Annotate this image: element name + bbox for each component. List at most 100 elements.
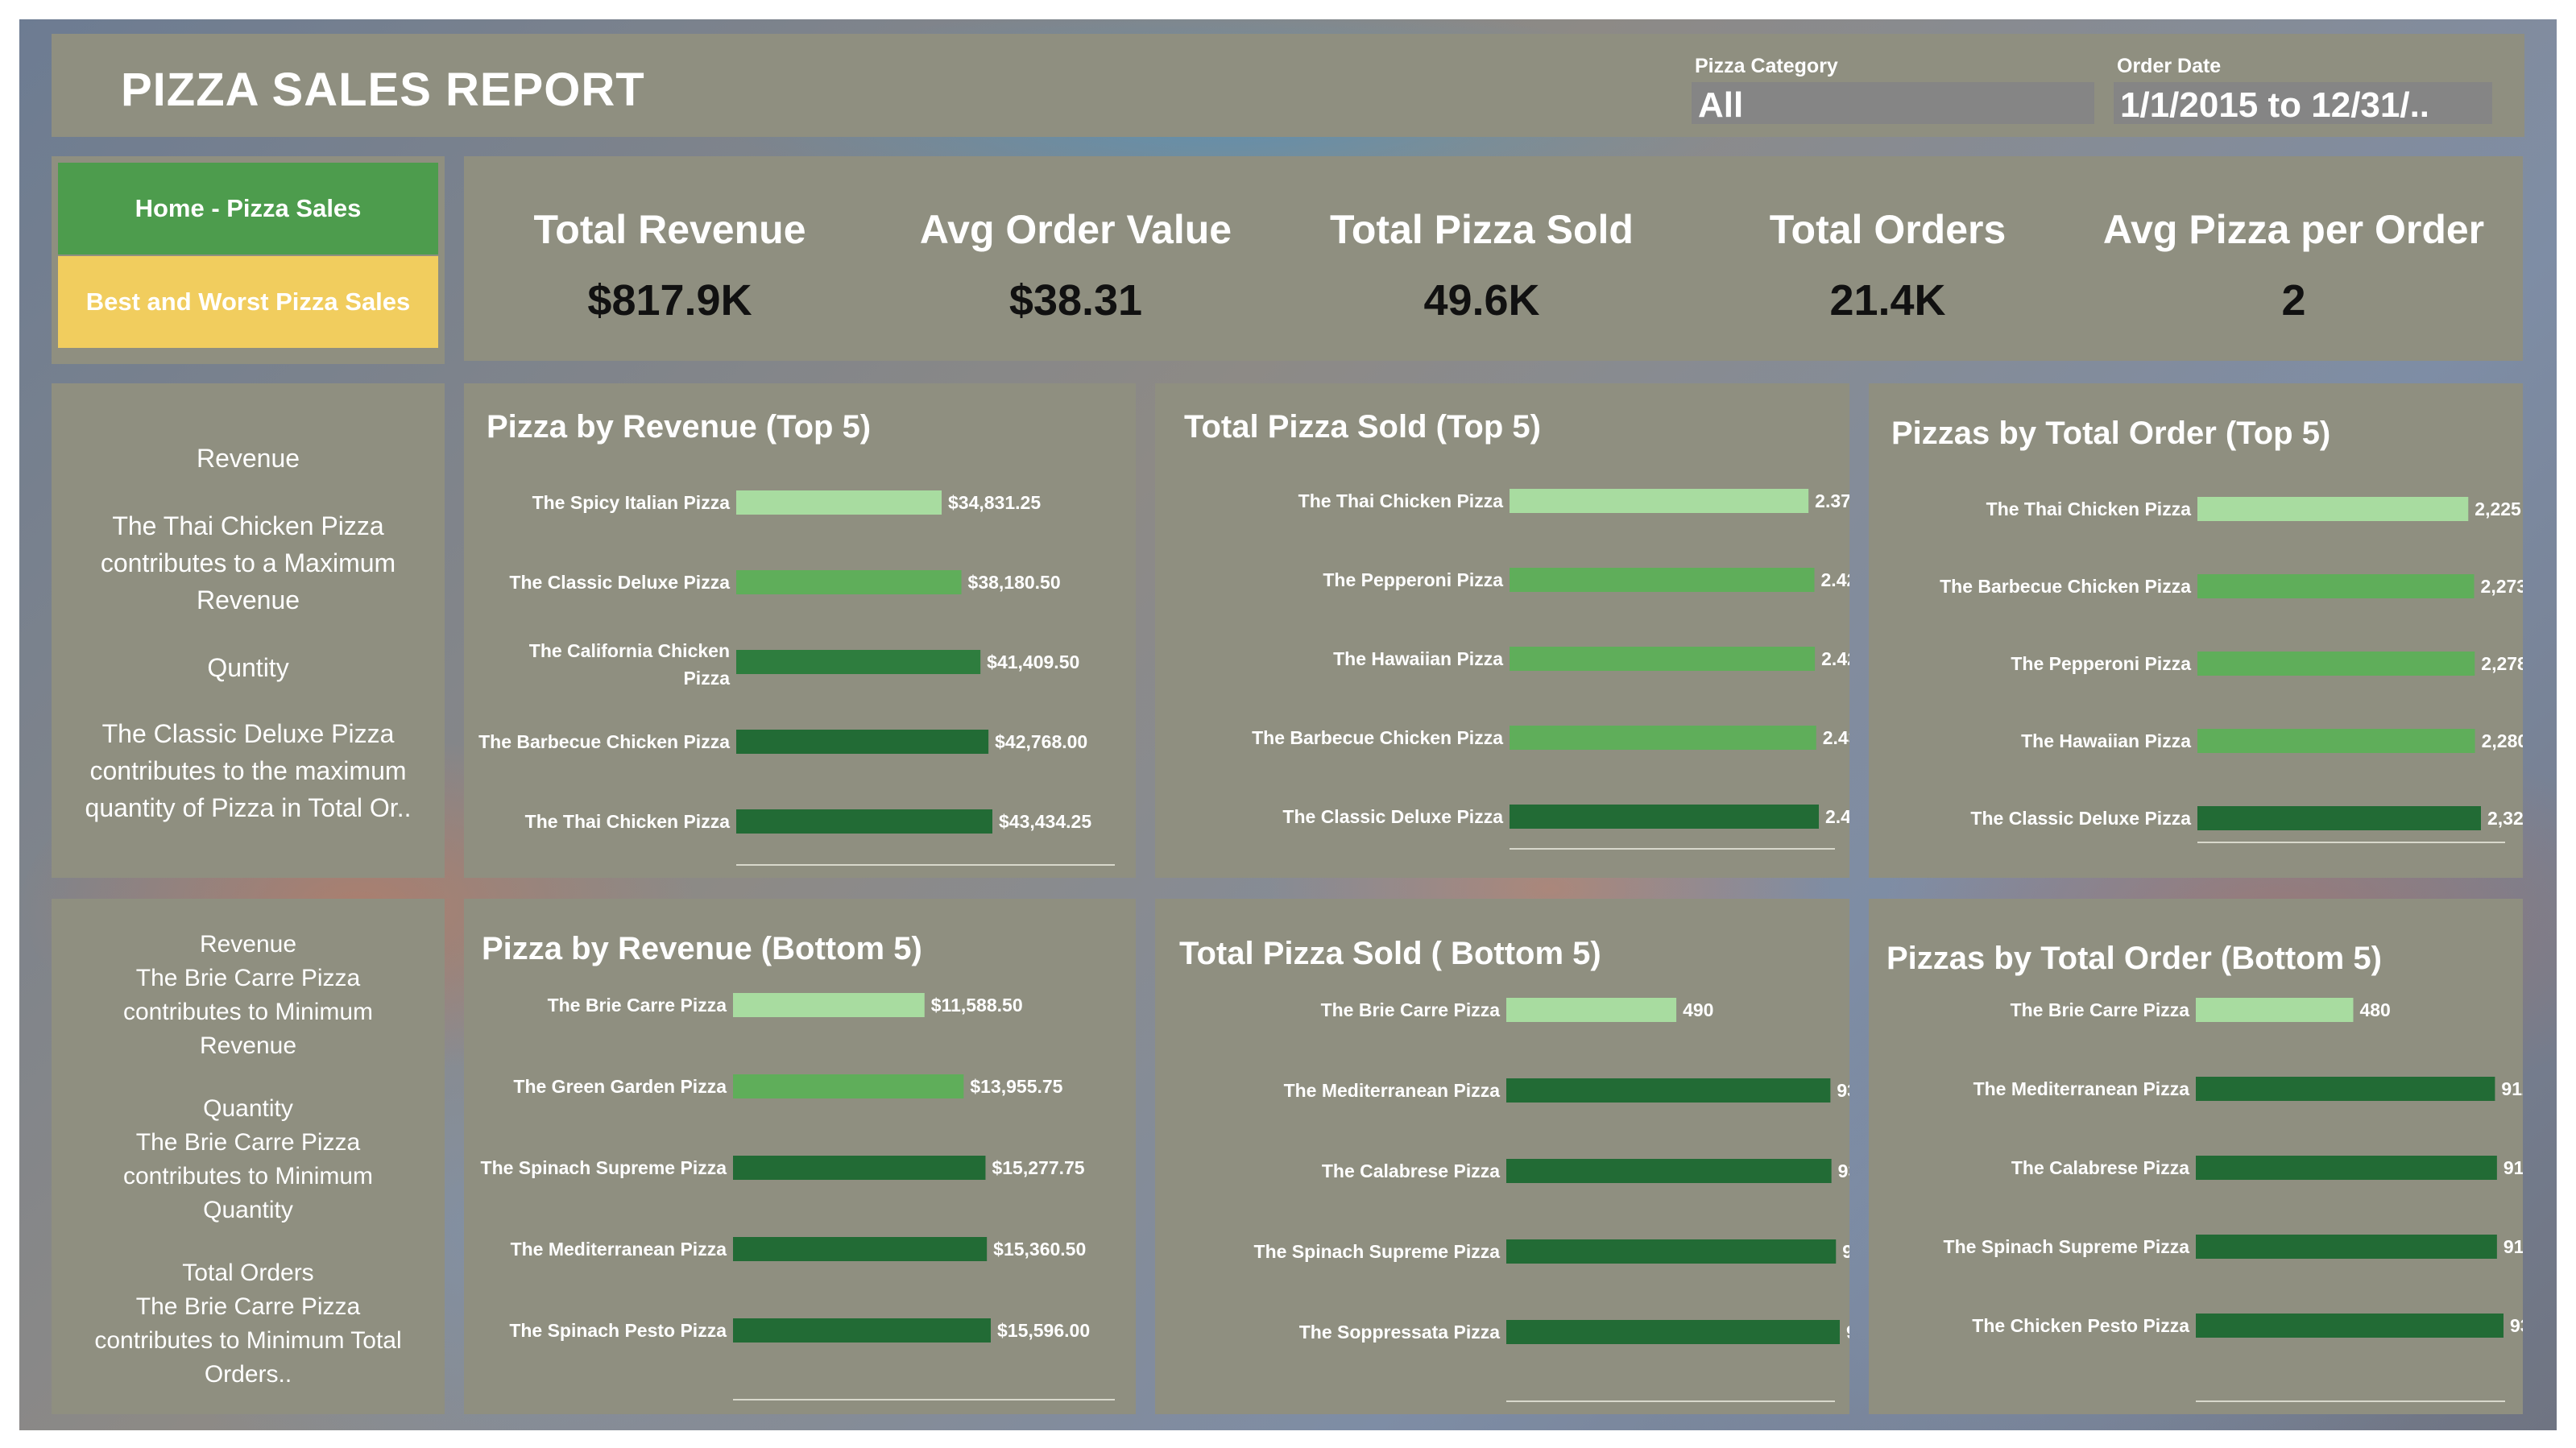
best-worst-pizza-sales-button[interactable]: Best and Worst Pizza Sales <box>58 256 438 348</box>
insight-line: contributes to Minimum <box>122 1163 374 1189</box>
category-label: The Mediterranean Pizza <box>1973 1078 2190 1099</box>
bar-chart-svg: The Brie Carre Pizza $11,588.50 The Green … <box>481 993 1115 1400</box>
insight-revenue-text: The Brie Carre Pizza contributes to Mini… <box>52 962 445 1063</box>
bar-chart-svg: The Spicy Italian Pizza $34,831.25 The Cla… <box>478 490 1115 866</box>
kpi-value: 49.6K <box>1423 276 1540 325</box>
bar[interactable] <box>2197 497 2469 521</box>
data-label: 2,273 <box>2481 576 2523 597</box>
data-label: 938 <box>2510 1315 2523 1336</box>
insight-line: The Classic Deluxe Pizza <box>101 719 395 748</box>
order-date-range-input[interactable]: 1/1/2015 to 12/31/.. <box>2114 82 2492 125</box>
order-date-value: 1/1/2015 to 12/31/.. <box>2120 85 2430 125</box>
data-label: $15,360.50 <box>993 1239 1086 1260</box>
bar[interactable] <box>2197 574 2475 598</box>
data-label: 490 <box>1683 999 1713 1020</box>
bar[interactable] <box>2196 1077 2495 1101</box>
bar[interactable] <box>736 490 942 515</box>
data-label: 961 <box>1846 1322 1849 1343</box>
insight-orders-text: The Brie Carre Pizza contributes to Mini… <box>52 1290 445 1392</box>
data-label: 2,278 <box>2481 653 2523 674</box>
category-label: The Green Garden Pizza <box>513 1076 727 1097</box>
bar[interactable] <box>1510 647 1816 671</box>
insight-line: Revenue <box>196 585 300 614</box>
bar[interactable] <box>1506 1078 1831 1103</box>
insight-line: contributes to the maximum <box>89 756 407 785</box>
insight-line: Quantity <box>203 1197 293 1223</box>
bar[interactable] <box>1506 1239 1837 1264</box>
bar[interactable] <box>736 809 992 834</box>
bar[interactable] <box>1510 489 1809 513</box>
kpi-label: Avg Pizza per Order <box>2102 207 2485 252</box>
bar[interactable] <box>736 650 981 674</box>
data-label: 480 <box>2359 999 2390 1020</box>
bar[interactable] <box>1506 998 1677 1022</box>
best-sellers-insight-panel: Revenue The Thai Chicken Pizza contribut… <box>52 383 445 878</box>
insight-line: quantity of Pizza in Total Or.. <box>85 793 412 822</box>
insight-quantity-text: The Brie Carre Pizza contributes to Mini… <box>52 1126 445 1227</box>
insight-revenue-heading: Revenue <box>196 444 300 473</box>
order-date-filter[interactable]: Order Date 1/1/2015 to 12/31/.. <box>2114 47 2492 125</box>
data-label: 2,225 <box>2475 499 2521 519</box>
insight-orders-heading: Total Orders <box>182 1260 314 1286</box>
report-title: PIZZA SALES REPORT <box>121 64 645 116</box>
worst-sellers-insight-panel: Revenue The Brie Carre Pizza contributes… <box>52 899 445 1414</box>
bar[interactable] <box>2196 1235 2497 1259</box>
bar[interactable] <box>1506 1320 1840 1344</box>
category-label: The Thai Chicken Pizza <box>1298 490 1504 511</box>
category-label: The Brie Carre Pizza <box>548 995 727 1016</box>
insight-line: The Brie Carre Pizza <box>135 1129 361 1156</box>
data-label: 918 <box>2504 1236 2523 1257</box>
bar[interactable] <box>736 730 989 754</box>
kpi-label: Total Pizza Sold <box>1330 207 1634 252</box>
bar[interactable] <box>733 1074 964 1098</box>
pizza-category-filter[interactable]: Pizza Category All <box>1692 47 2094 125</box>
data-label: $15,277.75 <box>992 1157 1084 1178</box>
kpi-avg-pizza-per-order: Avg Pizza per Order 2 <box>2088 156 2499 361</box>
data-label: 2,280 <box>2482 730 2523 751</box>
bar-chart-svg: The Thai Chicken Pizza 2,225 The Barbecue … <box>1940 497 2523 843</box>
order-date-filter-label: Order Date <box>2117 55 2222 77</box>
chart-sold-bottom5: Total Pizza Sold ( Bottom 5) The Brie Ca… <box>1155 899 1849 1414</box>
bar[interactable] <box>736 570 962 594</box>
insight-line: contributes to a Maximum <box>100 548 396 577</box>
bar[interactable] <box>1510 805 1819 829</box>
bar[interactable] <box>2196 998 2354 1022</box>
kpi-value: 21.4K <box>1829 276 1946 325</box>
category-label: The Hawaiian Pizza <box>2021 730 2191 751</box>
bar[interactable] <box>1506 1159 1832 1183</box>
bar[interactable] <box>733 993 925 1017</box>
category-label: The Calabrese Pizza <box>1322 1160 1500 1181</box>
category-label: The Hawaiian Pizza <box>1333 648 1503 669</box>
category-label: The Barbecue Chicken Pizza <box>1252 727 1503 748</box>
pizza-category-filter-label: Pizza Category <box>1695 55 1838 77</box>
bar[interactable] <box>733 1237 988 1261</box>
bar[interactable] <box>2197 729 2475 753</box>
insight-line: contributes to Minimum <box>122 999 374 1025</box>
bar[interactable] <box>2196 1314 2504 1338</box>
category-label: The Soppressata Pizza <box>1299 1322 1500 1343</box>
category-label: The Classic Deluxe Pizza <box>509 572 730 593</box>
bar[interactable] <box>2197 806 2481 830</box>
category-label: The Calabrese Pizza <box>2011 1157 2189 1178</box>
bar[interactable] <box>2196 1156 2497 1180</box>
chart-orders-top5: Pizzas by Total Order (Top 5) The Thai C… <box>1869 383 2523 878</box>
pizza-category-dropdown[interactable]: All <box>1692 82 2094 125</box>
bar[interactable] <box>2197 652 2475 676</box>
bar[interactable] <box>1510 568 1815 592</box>
insight-line: The Brie Carre Pizza <box>135 1293 361 1320</box>
data-label: $38,180.50 <box>968 572 1061 593</box>
data-label: $11,588.50 <box>931 995 1023 1016</box>
category-label: The Classic Deluxe Pizza <box>1970 808 2191 829</box>
bar[interactable] <box>733 1156 986 1180</box>
insight-line: Revenue <box>199 1032 297 1059</box>
navigation-panel: Home - Pizza Sales Best and Worst Pizza … <box>52 156 445 364</box>
insight-revenue-text: The Thai Chicken Pizza contributes to a … <box>52 507 445 619</box>
data-label: $13,955.75 <box>970 1076 1062 1097</box>
kpi-total-revenue: Total Revenue $817.9K <box>464 156 876 361</box>
bar[interactable] <box>733 1318 991 1343</box>
data-label: 2.37K <box>1815 490 1849 511</box>
kpi-label: Total Orders <box>1769 207 2007 252</box>
pizza-category-value: All <box>1698 85 1744 125</box>
home-pizza-sales-button[interactable]: Home - Pizza Sales <box>58 163 438 254</box>
bar[interactable] <box>1510 726 1816 750</box>
